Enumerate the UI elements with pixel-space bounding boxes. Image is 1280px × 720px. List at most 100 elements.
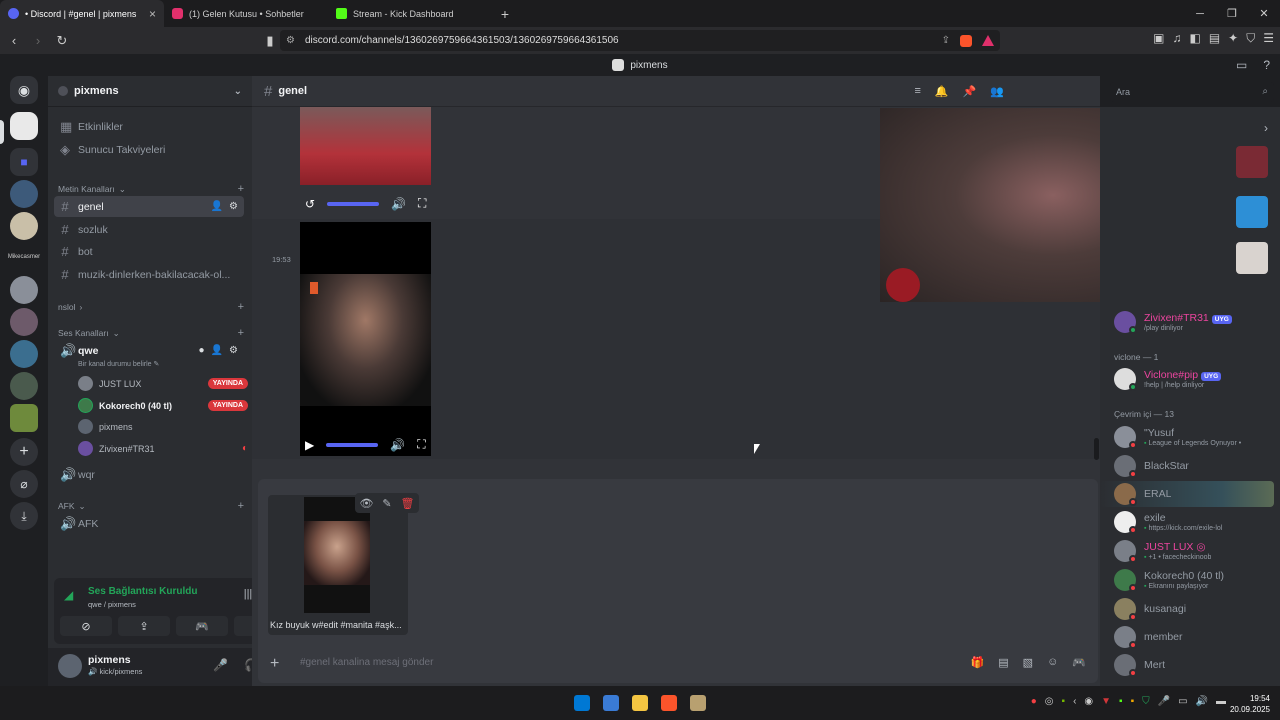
member-item[interactable]: BlackStar	[1114, 453, 1278, 479]
share-icon[interactable]: ⇪	[942, 35, 950, 47]
member-item[interactable]: kusanagi	[1114, 596, 1278, 622]
voice-user[interactable]: JUST LUX YAYINDA	[78, 374, 248, 393]
member-item[interactable]: Viclone#pip UYG !help | /help dinliyor	[1114, 366, 1278, 392]
server-avatar[interactable]	[10, 212, 38, 240]
volume-slider[interactable]	[327, 201, 380, 206]
media-icon[interactable]: ♫	[1172, 31, 1181, 46]
voice-channel-qwe[interactable]: 🔊 qwe ● 👤 ⚙	[54, 340, 244, 361]
forward-icon[interactable]: ›	[28, 31, 48, 51]
category-afk[interactable]: AFK ⌄ +	[58, 500, 244, 512]
add-server-icon[interactable]: +	[10, 438, 38, 466]
category-nslol[interactable]: nslol › +	[58, 301, 244, 313]
avatar[interactable]	[58, 654, 82, 678]
channel-sozluk[interactable]: # sozluk	[54, 219, 244, 240]
bookmark-icon[interactable]: ▮	[260, 31, 280, 51]
sidebar-icon[interactable]: ◧	[1189, 31, 1200, 46]
trash-icon[interactable]: 🗑	[401, 497, 415, 510]
server-avatar[interactable]	[10, 308, 38, 336]
bell-icon[interactable]: 🔔	[935, 85, 949, 98]
brave-icon[interactable]	[661, 695, 677, 711]
game-app-icon[interactable]	[690, 695, 706, 711]
threads-icon[interactable]: ≡	[914, 85, 920, 98]
server-avatar[interactable]	[10, 180, 38, 208]
restore-icon[interactable]: ❐	[1216, 0, 1248, 27]
gif-icon[interactable]: ▤	[998, 656, 1008, 669]
member-item[interactable]: member	[1114, 624, 1278, 650]
discord-tray-icon[interactable]: ◉	[1084, 696, 1093, 707]
desktop-icon[interactable]	[603, 695, 619, 711]
nvidia-icon[interactable]: ▪	[1062, 696, 1066, 707]
server-avatar[interactable]	[10, 340, 38, 368]
site-info-icon[interactable]: ⚙	[286, 35, 295, 46]
add-attachment-icon[interactable]: +	[270, 655, 279, 673]
tab-kick[interactable]: Stream - Kick Dashboard	[328, 0, 492, 27]
signal-icon[interactable]: ◢	[64, 588, 73, 602]
close-icon[interactable]: ×	[149, 7, 156, 21]
leo-ai-icon[interactable]: ✦	[1228, 31, 1238, 46]
volume-tray-icon[interactable]: 🔊	[1196, 696, 1208, 707]
fullscreen-icon[interactable]: ⛶	[417, 437, 425, 452]
member-item[interactable]: JUST LUX ◎ ▪ +1 • facecheckinoob	[1114, 538, 1278, 564]
video-attachment[interactable]	[300, 222, 431, 456]
wallet-icon[interactable]: ▤	[1209, 31, 1220, 46]
riot-icon[interactable]: ▼	[1101, 696, 1111, 707]
server-avatar[interactable]	[10, 404, 38, 432]
stream-thumbnail[interactable]	[1236, 196, 1268, 228]
gear-icon[interactable]: ⚙	[229, 201, 238, 212]
help-icon[interactable]: ?	[1263, 58, 1270, 72]
chevron-right-icon[interactable]: ›	[1264, 121, 1268, 135]
add-channel-icon[interactable]: +	[238, 301, 244, 313]
fullscreen-icon[interactable]: ⛶	[418, 196, 426, 211]
address-bar[interactable]: ⚙ discord.com/channels/13602697596643615…	[280, 30, 1000, 51]
eye-icon[interactable]: 👁	[359, 497, 373, 510]
voice-status[interactable]: Bir kanal durumu belirle ✎	[78, 360, 159, 368]
replay-icon[interactable]: ↺	[305, 197, 315, 211]
member-item[interactable]: Kokorech0 (40 tl) ▪ Ekranını paylaşıyor	[1114, 567, 1278, 593]
tab-instagram[interactable]: (1) Gelen Kutusu • Sohbetler	[164, 0, 328, 27]
taskbar-clock[interactable]: 19:54 20.09.2025	[1230, 693, 1270, 715]
invite-icon[interactable]: 👤	[211, 345, 223, 356]
voice-user[interactable]: Zivixen#TR31 ◐	[78, 439, 248, 458]
members-icon[interactable]: 👥	[990, 85, 1004, 98]
channel-genel[interactable]: # genel 👤 ⚙	[54, 196, 244, 217]
pin-icon[interactable]: 📌	[963, 85, 977, 98]
category-text[interactable]: Metin Kanalları ⌄ +	[58, 183, 244, 195]
mic-tray-icon[interactable]: 🎤	[1158, 696, 1170, 707]
gear-icon[interactable]: ⚙	[229, 345, 238, 356]
kick-tray-icon[interactable]: ▪	[1119, 696, 1123, 707]
battery-icon[interactable]: ▬	[1216, 696, 1226, 707]
member-item[interactable]: Mert	[1114, 652, 1278, 678]
channel-bot[interactable]: # bot	[54, 241, 244, 262]
menu-icon[interactable]: ☰	[1263, 31, 1274, 46]
network-icon[interactable]: ▭	[1178, 696, 1187, 707]
noise-suppression-icon[interactable]: |||	[244, 588, 253, 601]
member-item[interactable]: "Yusuf ▪ League of Legends Oynuyor •	[1114, 424, 1278, 450]
server-header[interactable]: pixmens ⌄	[48, 76, 252, 107]
volume-icon[interactable]: 🔊	[391, 197, 406, 211]
voice-channel-afk[interactable]: 🔊 AFK	[54, 513, 244, 534]
activity-button[interactable]: 🎮	[176, 616, 228, 636]
pencil-icon[interactable]: ✎	[382, 497, 391, 510]
voice-user[interactable]: Kokorech0 (40 tl) YAYINDA	[78, 396, 248, 415]
add-channel-icon[interactable]: +	[238, 327, 244, 339]
share-screen-button[interactable]: ⇪	[118, 616, 170, 636]
vpn-icon[interactable]: ⛉	[1246, 31, 1255, 46]
boosts-item[interactable]: ◈ Sunucu Takviyeleri	[54, 139, 244, 160]
sticker-icon[interactable]: ▧	[1023, 656, 1033, 669]
stream-thumbnail[interactable]	[1236, 146, 1268, 178]
tab-discord[interactable]: • Discord | #genel | pixmens ×	[0, 0, 164, 27]
volume-slider[interactable]	[326, 442, 379, 447]
volume-icon[interactable]: 🔊	[390, 438, 405, 452]
upload-attachment[interactable]	[268, 495, 408, 635]
brave-shields-icon[interactable]	[960, 34, 972, 47]
new-tab-button[interactable]: +	[492, 0, 518, 27]
app-tray-icon[interactable]: ▪	[1131, 696, 1135, 707]
add-channel-icon[interactable]: +	[238, 183, 244, 195]
reload-icon[interactable]: ↻	[52, 31, 72, 51]
inbox-icon[interactable]: ▭	[1236, 58, 1247, 72]
back-icon[interactable]: ‹	[4, 31, 24, 51]
server-pixmens[interactable]	[10, 112, 38, 140]
brave-rewards-icon[interactable]	[982, 34, 994, 46]
events-item[interactable]: ▦ Etkinlikler	[54, 116, 244, 137]
screenshot-icon[interactable]: ▣	[1153, 31, 1164, 46]
